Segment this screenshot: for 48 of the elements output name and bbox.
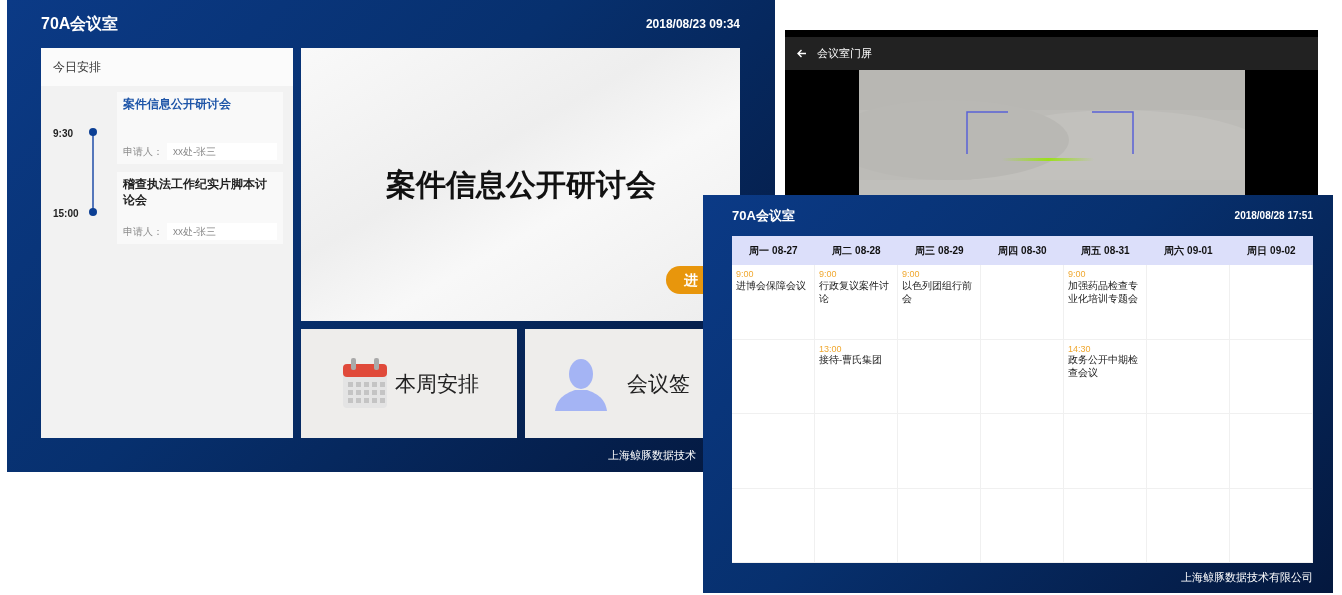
company-name: 上海鲸豚数据技术有限公司 (1181, 570, 1313, 586)
menu-tile[interactable]: 会议签 (525, 329, 705, 438)
event-card[interactable]: 稽查执法工作纪实片脚本讨论会 申请人： xx处-张三 (117, 172, 283, 244)
time-label: 15:00 (53, 207, 79, 221)
event-time: 9:00 (902, 269, 920, 280)
day-header: 周三 08-29 (898, 236, 981, 265)
meeting-title: 案件信息公开研讨会 (385, 167, 656, 203)
person-icon (553, 356, 609, 411)
event-time: 9:00 (736, 269, 754, 280)
status-badge: 进 (666, 266, 704, 294)
timeline-dot (89, 128, 97, 136)
app-title: 会议室门屏 (817, 46, 872, 62)
scan-frame-icon (965, 111, 1134, 155)
event-time: 14:30 (1068, 343, 1091, 355)
applicant-name: xx处-张三 (167, 223, 277, 240)
event-title[interactable]: 进博会保障会议 (736, 279, 806, 293)
day-header: 周一 08-27 (732, 236, 815, 265)
event-title[interactable]: 接待-曹氏集团 (819, 354, 883, 368)
day-header: 周四 08-30 (981, 236, 1064, 265)
scan-line-icon (1001, 158, 1094, 161)
company-name: 上海鲸豚数据技术 (608, 447, 696, 463)
event-time: 9:00 (819, 269, 837, 280)
event-title: 案件信息公开研讨会 (123, 96, 232, 113)
applicant-name: xx处-张三 (167, 143, 277, 160)
event-title[interactable]: 加强药品检查专业化培训专题会 (1068, 279, 1142, 306)
event-time: 9:00 (1068, 269, 1086, 280)
date-time: 2018/08/28 17:51 (1234, 209, 1313, 223)
time-label: 9:30 (53, 127, 73, 141)
menu-tile[interactable]: 本周安排 (301, 329, 517, 438)
room-title: 70A会议室 (41, 14, 119, 34)
event-title[interactable]: 以色列团组行前会 (902, 279, 976, 306)
event-time: 13:00 (819, 343, 842, 355)
applicant-label: 申请人： (123, 225, 163, 239)
event-title: 稽查执法工作纪实片脚本讨论会 (123, 176, 268, 209)
event-title[interactable]: 行政复议案件讨论 (819, 279, 893, 306)
event-title[interactable]: 政务公开中期检查会议 (1068, 354, 1142, 380)
panel-title: 今日安排 (53, 59, 101, 76)
back-arrow-icon[interactable] (797, 49, 807, 58)
calendar-icon (341, 357, 389, 410)
day-header: 周日 09-02 (1230, 236, 1313, 265)
date-time: 2018/08/23 09:34 (645, 16, 740, 33)
day-header: 周六 09-01 (1147, 236, 1230, 265)
day-header: 周五 08-31 (1064, 236, 1147, 265)
applicant-label: 申请人： (123, 145, 163, 159)
day-header: 周二 08-28 (815, 236, 898, 265)
room-title: 70A会议室 (732, 206, 795, 225)
timeline-dot (89, 208, 97, 216)
event-card[interactable]: 案件信息公开研讨会 申请人： xx处-张三 (117, 92, 283, 164)
